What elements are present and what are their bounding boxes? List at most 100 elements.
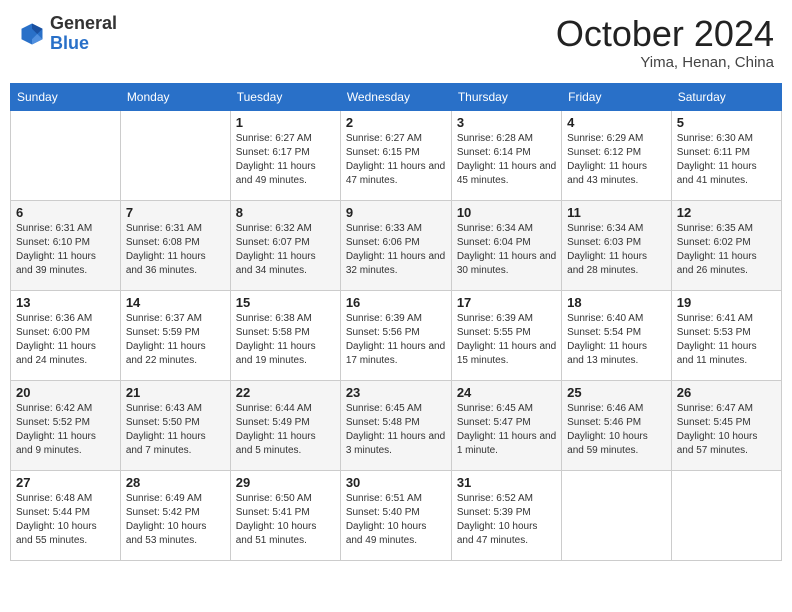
month-title: October 2024 bbox=[556, 14, 774, 54]
day-info: Sunrise: 6:41 AMSunset: 5:53 PMDaylight:… bbox=[677, 312, 776, 368]
calendar-cell bbox=[671, 470, 781, 560]
day-info: Sunrise: 6:27 AMSunset: 6:17 PMDaylight:… bbox=[236, 132, 335, 188]
calendar-cell: 21 Sunrise: 6:43 AMSunset: 5:50 PMDayligh… bbox=[120, 380, 230, 470]
calendar-cell: 15 Sunrise: 6:38 AMSunset: 5:58 PMDayligh… bbox=[230, 290, 340, 380]
calendar-cell: 2 Sunrise: 6:27 AMSunset: 6:15 PMDaylight… bbox=[340, 110, 451, 200]
calendar-cell: 7 Sunrise: 6:31 AMSunset: 6:08 PMDaylight… bbox=[120, 200, 230, 290]
weekday-header-saturday: Saturday bbox=[671, 83, 781, 110]
calendar-cell: 16 Sunrise: 6:39 AMSunset: 5:56 PMDayligh… bbox=[340, 290, 451, 380]
calendar-cell: 12 Sunrise: 6:35 AMSunset: 6:02 PMDayligh… bbox=[671, 200, 781, 290]
day-number: 26 bbox=[677, 385, 776, 400]
calendar-cell: 11 Sunrise: 6:34 AMSunset: 6:03 PMDayligh… bbox=[562, 200, 672, 290]
day-info: Sunrise: 6:43 AMSunset: 5:50 PMDaylight:… bbox=[126, 402, 225, 458]
day-number: 5 bbox=[677, 115, 776, 130]
day-number: 2 bbox=[346, 115, 446, 130]
day-number: 22 bbox=[236, 385, 335, 400]
calendar-cell: 23 Sunrise: 6:45 AMSunset: 5:48 PMDayligh… bbox=[340, 380, 451, 470]
day-number: 24 bbox=[457, 385, 556, 400]
logo-icon bbox=[18, 20, 46, 48]
day-number: 27 bbox=[16, 475, 115, 490]
calendar-cell: 4 Sunrise: 6:29 AMSunset: 6:12 PMDaylight… bbox=[562, 110, 672, 200]
calendar-cell: 5Sunrise: 6:30 AMSunset: 6:11 PMDaylight… bbox=[671, 110, 781, 200]
day-number: 4 bbox=[567, 115, 666, 130]
day-number: 12 bbox=[677, 205, 776, 220]
week-row-1: 1Sunrise: 6:27 AMSunset: 6:17 PMDaylight… bbox=[11, 110, 782, 200]
page-header: General Blue October 2024 Yima, Henan, C… bbox=[10, 10, 782, 75]
calendar-cell: 30Sunrise: 6:51 AMSunset: 5:40 PMDayligh… bbox=[340, 470, 451, 560]
day-number: 17 bbox=[457, 295, 556, 310]
calendar-cell: 18 Sunrise: 6:40 AMSunset: 5:54 PMDayligh… bbox=[562, 290, 672, 380]
day-number: 16 bbox=[346, 295, 446, 310]
day-number: 23 bbox=[346, 385, 446, 400]
day-number: 10 bbox=[457, 205, 556, 220]
day-number: 31 bbox=[457, 475, 556, 490]
day-info: Sunrise: 6:38 AMSunset: 5:58 PMDaylight:… bbox=[236, 312, 335, 368]
logo-text: General Blue bbox=[50, 14, 117, 54]
week-row-4: 20 Sunrise: 6:42 AMSunset: 5:52 PMDayligh… bbox=[11, 380, 782, 470]
weekday-header-row: SundayMondayTuesdayWednesdayThursdayFrid… bbox=[11, 83, 782, 110]
calendar-cell: 19Sunrise: 6:41 AMSunset: 5:53 PMDayligh… bbox=[671, 290, 781, 380]
day-info: Sunrise: 6:48 AMSunset: 5:44 PMDaylight:… bbox=[16, 492, 115, 548]
calendar-cell bbox=[11, 110, 121, 200]
day-number: 20 bbox=[16, 385, 115, 400]
day-info: Sunrise: 6:35 AMSunset: 6:02 PMDaylight:… bbox=[677, 222, 776, 278]
day-number: 25 bbox=[567, 385, 666, 400]
day-info: Sunrise: 6:28 AMSunset: 6:14 PMDaylight:… bbox=[457, 132, 556, 188]
calendar-cell: 13Sunrise: 6:36 AMSunset: 6:00 PMDayligh… bbox=[11, 290, 121, 380]
weekday-header-monday: Monday bbox=[120, 83, 230, 110]
weekday-header-wednesday: Wednesday bbox=[340, 83, 451, 110]
week-row-3: 13Sunrise: 6:36 AMSunset: 6:00 PMDayligh… bbox=[11, 290, 782, 380]
calendar: SundayMondayTuesdayWednesdayThursdayFrid… bbox=[10, 83, 782, 561]
weekday-header-sunday: Sunday bbox=[11, 83, 121, 110]
calendar-cell: 24 Sunrise: 6:45 AMSunset: 5:47 PMDayligh… bbox=[451, 380, 561, 470]
calendar-cell: 28 Sunrise: 6:49 AMSunset: 5:42 PMDayligh… bbox=[120, 470, 230, 560]
calendar-cell: 22Sunrise: 6:44 AMSunset: 5:49 PMDayligh… bbox=[230, 380, 340, 470]
weekday-header-thursday: Thursday bbox=[451, 83, 561, 110]
title-block: October 2024 Yima, Henan, China bbox=[556, 14, 774, 71]
logo-general: General bbox=[50, 14, 117, 34]
week-row-5: 27 Sunrise: 6:48 AMSunset: 5:44 PMDayligh… bbox=[11, 470, 782, 560]
day-info: Sunrise: 6:51 AMSunset: 5:40 PMDaylight:… bbox=[346, 492, 446, 548]
calendar-cell: 29 Sunrise: 6:50 AMSunset: 5:41 PMDayligh… bbox=[230, 470, 340, 560]
day-info: Sunrise: 6:45 AMSunset: 5:47 PMDaylight:… bbox=[457, 402, 556, 458]
day-info: Sunrise: 6:27 AMSunset: 6:15 PMDaylight:… bbox=[346, 132, 446, 188]
day-number: 7 bbox=[126, 205, 225, 220]
day-info: Sunrise: 6:39 AMSunset: 5:56 PMDaylight:… bbox=[346, 312, 446, 368]
day-info: Sunrise: 6:45 AMSunset: 5:48 PMDaylight:… bbox=[346, 402, 446, 458]
day-number: 6 bbox=[16, 205, 115, 220]
calendar-cell bbox=[120, 110, 230, 200]
calendar-cell: 25Sunrise: 6:46 AMSunset: 5:46 PMDayligh… bbox=[562, 380, 672, 470]
calendar-cell: 10 Sunrise: 6:34 AMSunset: 6:04 PMDayligh… bbox=[451, 200, 561, 290]
day-number: 14 bbox=[126, 295, 225, 310]
day-info: Sunrise: 6:34 AMSunset: 6:03 PMDaylight:… bbox=[567, 222, 666, 278]
day-info: Sunrise: 6:50 AMSunset: 5:41 PMDaylight:… bbox=[236, 492, 335, 548]
day-info: Sunrise: 6:32 AMSunset: 6:07 PMDaylight:… bbox=[236, 222, 335, 278]
day-number: 28 bbox=[126, 475, 225, 490]
day-info: Sunrise: 6:34 AMSunset: 6:04 PMDaylight:… bbox=[457, 222, 556, 278]
calendar-cell: 14 Sunrise: 6:37 AMSunset: 5:59 PMDayligh… bbox=[120, 290, 230, 380]
calendar-cell: 1Sunrise: 6:27 AMSunset: 6:17 PMDaylight… bbox=[230, 110, 340, 200]
day-info: Sunrise: 6:40 AMSunset: 5:54 PMDaylight:… bbox=[567, 312, 666, 368]
day-number: 29 bbox=[236, 475, 335, 490]
day-number: 9 bbox=[346, 205, 446, 220]
weekday-header-tuesday: Tuesday bbox=[230, 83, 340, 110]
day-number: 11 bbox=[567, 205, 666, 220]
calendar-cell: 27 Sunrise: 6:48 AMSunset: 5:44 PMDayligh… bbox=[11, 470, 121, 560]
day-info: Sunrise: 6:31 AMSunset: 6:10 PMDaylight:… bbox=[16, 222, 115, 278]
day-number: 21 bbox=[126, 385, 225, 400]
day-info: Sunrise: 6:31 AMSunset: 6:08 PMDaylight:… bbox=[126, 222, 225, 278]
day-info: Sunrise: 6:37 AMSunset: 5:59 PMDaylight:… bbox=[126, 312, 225, 368]
day-number: 18 bbox=[567, 295, 666, 310]
day-info: Sunrise: 6:33 AMSunset: 6:06 PMDaylight:… bbox=[346, 222, 446, 278]
day-info: Sunrise: 6:52 AMSunset: 5:39 PMDaylight:… bbox=[457, 492, 556, 548]
day-info: Sunrise: 6:42 AMSunset: 5:52 PMDaylight:… bbox=[16, 402, 115, 458]
day-info: Sunrise: 6:47 AMSunset: 5:45 PMDaylight:… bbox=[677, 402, 776, 458]
day-info: Sunrise: 6:36 AMSunset: 6:00 PMDaylight:… bbox=[16, 312, 115, 368]
calendar-cell: 9 Sunrise: 6:33 AMSunset: 6:06 PMDaylight… bbox=[340, 200, 451, 290]
calendar-cell: 8Sunrise: 6:32 AMSunset: 6:07 PMDaylight… bbox=[230, 200, 340, 290]
calendar-cell: 31 Sunrise: 6:52 AMSunset: 5:39 PMDayligh… bbox=[451, 470, 561, 560]
calendar-cell: 26 Sunrise: 6:47 AMSunset: 5:45 PMDayligh… bbox=[671, 380, 781, 470]
day-info: Sunrise: 6:49 AMSunset: 5:42 PMDaylight:… bbox=[126, 492, 225, 548]
day-number: 15 bbox=[236, 295, 335, 310]
day-info: Sunrise: 6:29 AMSunset: 6:12 PMDaylight:… bbox=[567, 132, 666, 188]
